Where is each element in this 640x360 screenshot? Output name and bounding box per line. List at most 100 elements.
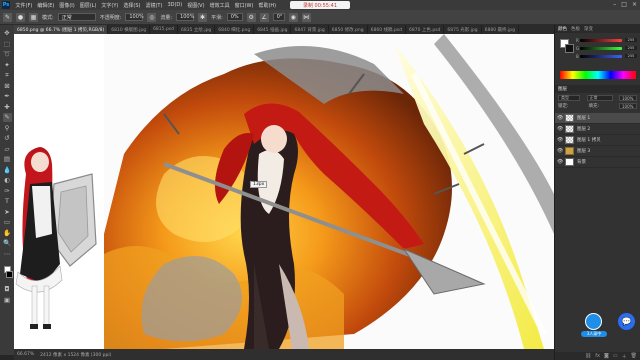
tab-document[interactable]: 6850 修改.png	[329, 25, 368, 34]
menu-plugins[interactable]: 增效工具	[207, 2, 232, 9]
layer-row[interactable]: 👁 图层 2	[555, 124, 640, 135]
tab-document[interactable]: 6810 横版图.jpg	[108, 25, 151, 34]
tab-document[interactable]: 6835 立绘.jpg	[178, 25, 216, 34]
menu-type[interactable]: 文字(Y)	[99, 2, 121, 9]
smooth-field[interactable]: 0%	[226, 13, 243, 21]
quick-select-tool-icon[interactable]: ✦	[3, 61, 12, 70]
blue-value[interactable]: 255	[625, 54, 637, 58]
menu-window[interactable]: 窗口(W)	[232, 2, 256, 9]
smooth-settings-icon[interactable]: ⚙	[246, 12, 256, 22]
green-slider[interactable]	[580, 47, 622, 50]
canvas-workspace[interactable]: 13px	[14, 34, 554, 349]
marquee-tool-icon[interactable]: ⬚	[3, 40, 12, 49]
zoom-level[interactable]: 66.67%	[17, 352, 34, 357]
shape-tool-icon[interactable]: ▭	[3, 218, 12, 227]
new-layer-icon[interactable]: ＋	[622, 353, 627, 360]
blur-tool-icon[interactable]: 💧	[3, 166, 12, 175]
angle-icon[interactable]: ∠	[259, 12, 269, 22]
opacity-field[interactable]: 100%	[125, 13, 144, 21]
presenter-avatar[interactable]	[585, 313, 602, 330]
tab-document[interactable]: 6845 插画.jpg	[254, 25, 292, 34]
layer-row[interactable]: 👁 背景	[555, 157, 640, 168]
menu-file[interactable]: 文件(F)	[13, 2, 35, 9]
lasso-tool-icon[interactable]: ➰	[3, 50, 12, 59]
frame-tool-icon[interactable]: ⊠	[3, 82, 12, 91]
menu-3d[interactable]: 3D(D)	[165, 2, 185, 8]
brush-tool-icon[interactable]: ✎	[2, 113, 12, 122]
tab-document[interactable]: 6870 上色.psd	[406, 25, 445, 34]
tab-document[interactable]: 6875 光影.jpg	[444, 25, 482, 34]
menu-image[interactable]: 图像(I)	[57, 2, 77, 9]
brush-settings-icon[interactable]: ▦	[29, 12, 38, 22]
pressure-opacity-icon[interactable]: ◎	[147, 12, 157, 22]
close-icon[interactable]: ×	[632, 1, 637, 8]
tab-gradients[interactable]: 渐变	[584, 26, 593, 32]
green-value[interactable]: 255	[625, 46, 637, 50]
eye-icon[interactable]: 👁	[557, 115, 563, 121]
crop-tool-icon[interactable]: ⌗	[3, 71, 12, 80]
symmetry-icon[interactable]: ⋈	[301, 12, 311, 22]
pressure-size-icon[interactable]: ◉	[288, 12, 298, 22]
tab-document[interactable]: 6860 线稿.psd	[368, 25, 407, 34]
maximize-icon[interactable]: □	[621, 1, 627, 8]
more-tools-icon[interactable]: ⋯	[3, 250, 12, 259]
screen-mode-icon[interactable]: ▣	[3, 296, 12, 305]
quick-mask-icon[interactable]: ◘	[3, 285, 12, 294]
clone-stamp-tool-icon[interactable]: ⚲	[3, 124, 12, 133]
flow-field[interactable]: 100%	[176, 13, 194, 21]
eye-icon[interactable]: 👁	[557, 137, 563, 143]
tab-document[interactable]: 6880 最终.jpg	[482, 25, 519, 34]
layers-panel-header[interactable]: 图层	[555, 85, 640, 93]
blend-mode-select[interactable]: 正常	[586, 95, 613, 101]
history-brush-tool-icon[interactable]: ↺	[3, 134, 12, 143]
background-color-swatch[interactable]	[5, 271, 13, 278]
red-value[interactable]: 255	[625, 38, 637, 42]
menu-filter[interactable]: 滤镜(T)	[143, 2, 165, 9]
text-tool-icon[interactable]: T	[3, 197, 12, 206]
artwork-canvas[interactable]: 13px	[104, 34, 554, 349]
layer-opacity-field[interactable]: 100%	[619, 95, 637, 101]
fx-icon[interactable]: fx	[595, 353, 600, 359]
menu-edit[interactable]: 编辑(E)	[35, 2, 57, 9]
menu-view[interactable]: 视图(V)	[185, 2, 207, 9]
red-slider[interactable]	[580, 39, 622, 42]
menu-select[interactable]: 选择(S)	[121, 2, 143, 9]
brush-tool-icon[interactable]: ✎	[3, 12, 12, 22]
layer-fill-field[interactable]: 100%	[619, 103, 637, 109]
move-tool-icon[interactable]: ✥	[3, 29, 12, 38]
trash-icon[interactable]: 🗑	[631, 353, 637, 359]
tab-active-document[interactable]: 6850.png @ 66.7% (图层 1 拷贝,RGB/8)	[14, 25, 109, 34]
eye-icon[interactable]: 👁	[557, 148, 563, 154]
eye-icon[interactable]: 👁	[557, 126, 563, 132]
eye-icon[interactable]: 👁	[557, 159, 563, 165]
blue-slider[interactable]	[580, 55, 622, 58]
menu-layer[interactable]: 图层(L)	[77, 2, 99, 9]
layer-kind-filter[interactable]: 类型	[558, 95, 580, 101]
pen-tool-icon[interactable]: ✑	[3, 187, 12, 196]
background-color-chip[interactable]	[565, 44, 574, 53]
gradient-tool-icon[interactable]: ▤	[3, 155, 12, 164]
layer-row[interactable]: 👁 图层 1	[555, 113, 640, 124]
chat-bubble-icon[interactable]: 💬	[618, 313, 635, 330]
new-group-icon[interactable]: ▭	[613, 353, 618, 359]
eraser-tool-icon[interactable]: ▱	[3, 145, 12, 154]
tab-color[interactable]: 颜色	[558, 26, 567, 32]
layer-row[interactable]: 👁 图层 1 拷贝	[555, 135, 640, 146]
path-select-tool-icon[interactable]: ➤	[3, 208, 12, 217]
tab-swatches[interactable]: 色板	[571, 26, 580, 32]
menu-help[interactable]: 帮助(H)	[256, 2, 279, 9]
mode-select[interactable]: 正常	[57, 13, 96, 21]
minimize-icon[interactable]: –	[613, 1, 616, 8]
layer-row[interactable]: 👁 图层 3	[555, 146, 640, 157]
brush-preset-icon[interactable]: ●	[16, 12, 25, 22]
link-icon[interactable]: ⛓	[585, 353, 591, 359]
dodge-tool-icon[interactable]: ◐	[3, 176, 12, 185]
zoom-tool-icon[interactable]: 🔍	[3, 239, 12, 248]
color-spectrum-bar[interactable]	[560, 71, 636, 79]
hand-tool-icon[interactable]: ✋	[3, 229, 12, 238]
airbrush-icon[interactable]: ✱	[198, 12, 208, 22]
tab-document[interactable]: 6815.psd	[150, 25, 179, 34]
healing-tool-icon[interactable]: ✚	[3, 103, 12, 112]
tab-document[interactable]: 6847 背景.jpg	[291, 25, 329, 34]
eyedropper-tool-icon[interactable]: ✒	[3, 92, 12, 101]
